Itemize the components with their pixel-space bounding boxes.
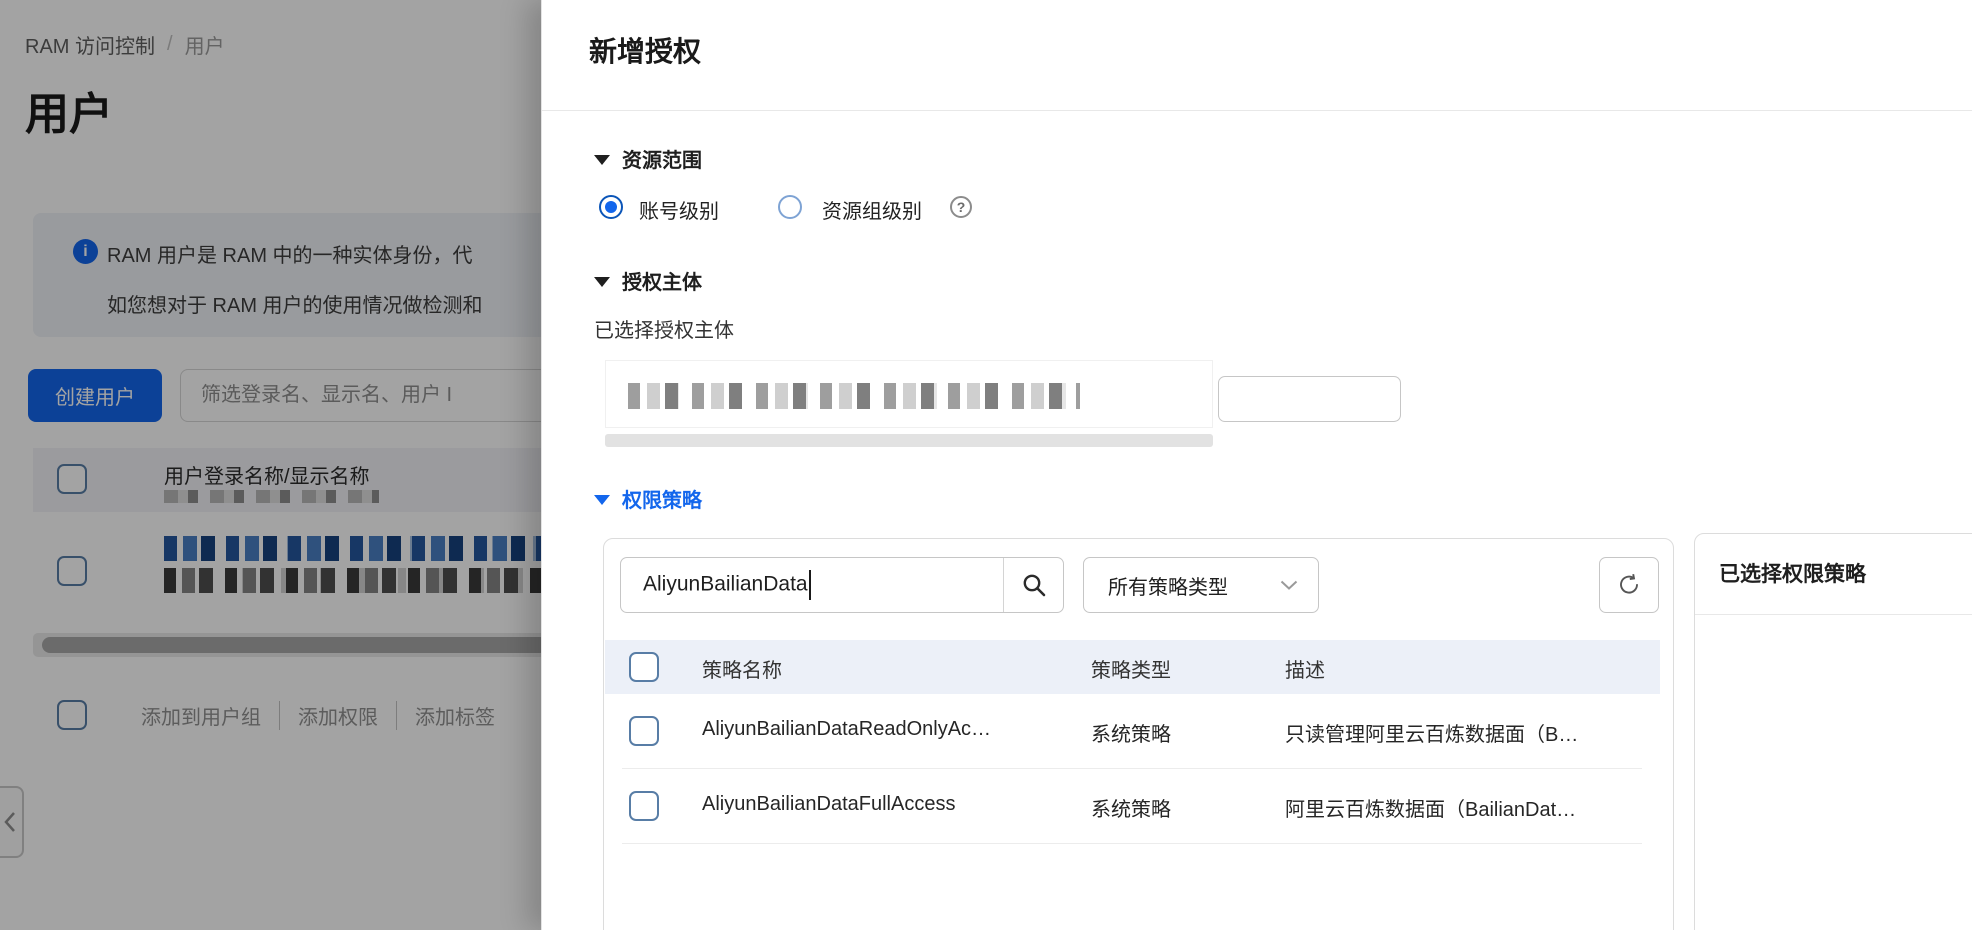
redacted-principal (628, 383, 1080, 409)
policy-search-value: AliyunBailianData (643, 572, 808, 596)
col-policy-type: 策略类型 (1091, 660, 1171, 682)
help-icon[interactable]: ? (950, 196, 972, 218)
selected-policies-title: 已选择权限策略 (1719, 563, 1866, 586)
section-principal[interactable]: 授权主体 (594, 266, 702, 295)
radio-account-level[interactable] (599, 195, 623, 219)
search-button[interactable] (1003, 558, 1063, 612)
chevron-down-icon (1280, 580, 1298, 590)
policy-table-header: 策略名称 策略类型 描述 (605, 640, 1660, 694)
policy-desc: 阿里云百炼数据面（BailianDat… (1285, 799, 1577, 821)
selected-panel-divider (1695, 614, 1972, 615)
radio-resource-group-label[interactable]: 资源组级别 (822, 195, 922, 224)
policy-row-readonly[interactable]: AliyunBailianDataReadOnlyAc… 系统策略 只读管理阿里… (605, 694, 1660, 768)
policy-type-value: 所有策略类型 (1108, 576, 1228, 599)
radio-dot (605, 201, 617, 213)
principal-scrollbar[interactable] (605, 434, 1213, 447)
policy-type: 系统策略 (1091, 799, 1171, 821)
radio-account-level-label[interactable]: 账号级别 (639, 195, 719, 224)
policy-type: 系统策略 (1091, 724, 1171, 746)
ram-console-screen: RAM 访问控制 / 用户 用户 i RAM 用户是 RAM 中的一种实体身份，… (0, 0, 1972, 930)
selected-principal-chip-area (605, 360, 1213, 428)
policy-picker-card: AliyunBailianData 所有策略类型 策略名称 策略类型 描述 Al… (603, 538, 1674, 930)
refresh-button[interactable] (1599, 557, 1659, 613)
collapse-triangle-icon (594, 494, 610, 505)
select-all-policies-checkbox[interactable] (629, 652, 659, 682)
refresh-icon (1620, 574, 1638, 594)
drawer-title: 新增授权 (589, 36, 702, 67)
policy-name: AliyunBailianDataFullAccess (702, 793, 956, 815)
search-icon (1023, 574, 1045, 597)
section-resource-scope[interactable]: 资源范围 (594, 144, 702, 173)
policy-desc: 只读管理阿里云百炼数据面（B… (1285, 724, 1579, 746)
resource-scope-title: 资源范围 (622, 150, 702, 172)
principal-search-input[interactable] (1218, 376, 1401, 422)
drawer-header-divider (542, 110, 1972, 111)
collapse-triangle-icon (594, 276, 610, 287)
row-divider (622, 843, 1642, 844)
policy-row-fullaccess[interactable]: AliyunBailianDataFullAccess 系统策略 阿里云百炼数据… (605, 769, 1660, 843)
section-policy[interactable]: 权限策略 (594, 484, 702, 513)
policy-name: AliyunBailianDataReadOnlyAc… (702, 718, 992, 740)
selected-policies-panel: 已选择权限策略 (1694, 533, 1972, 930)
policy-title: 权限策略 (622, 490, 702, 512)
policy-search-input[interactable]: AliyunBailianData (621, 570, 1003, 600)
selected-principal-label: 已选择授权主体 (594, 320, 734, 342)
collapse-triangle-icon (594, 154, 610, 165)
text-cursor (808, 570, 811, 600)
policy-type-dropdown[interactable]: 所有策略类型 (1083, 557, 1319, 613)
add-authorization-drawer: 新增授权 资源范围 账号级别 资源组级别 ? 授权主体 已选择授权主体 权限策略 (541, 0, 1972, 930)
policy-row-checkbox[interactable] (629, 791, 659, 821)
policy-search-box: AliyunBailianData (620, 557, 1064, 613)
principal-title: 授权主体 (622, 272, 702, 294)
col-policy-name: 策略名称 (702, 660, 782, 682)
radio-resource-group-level[interactable] (778, 195, 802, 219)
policy-row-checkbox[interactable] (629, 716, 659, 746)
col-policy-desc: 描述 (1285, 660, 1325, 682)
